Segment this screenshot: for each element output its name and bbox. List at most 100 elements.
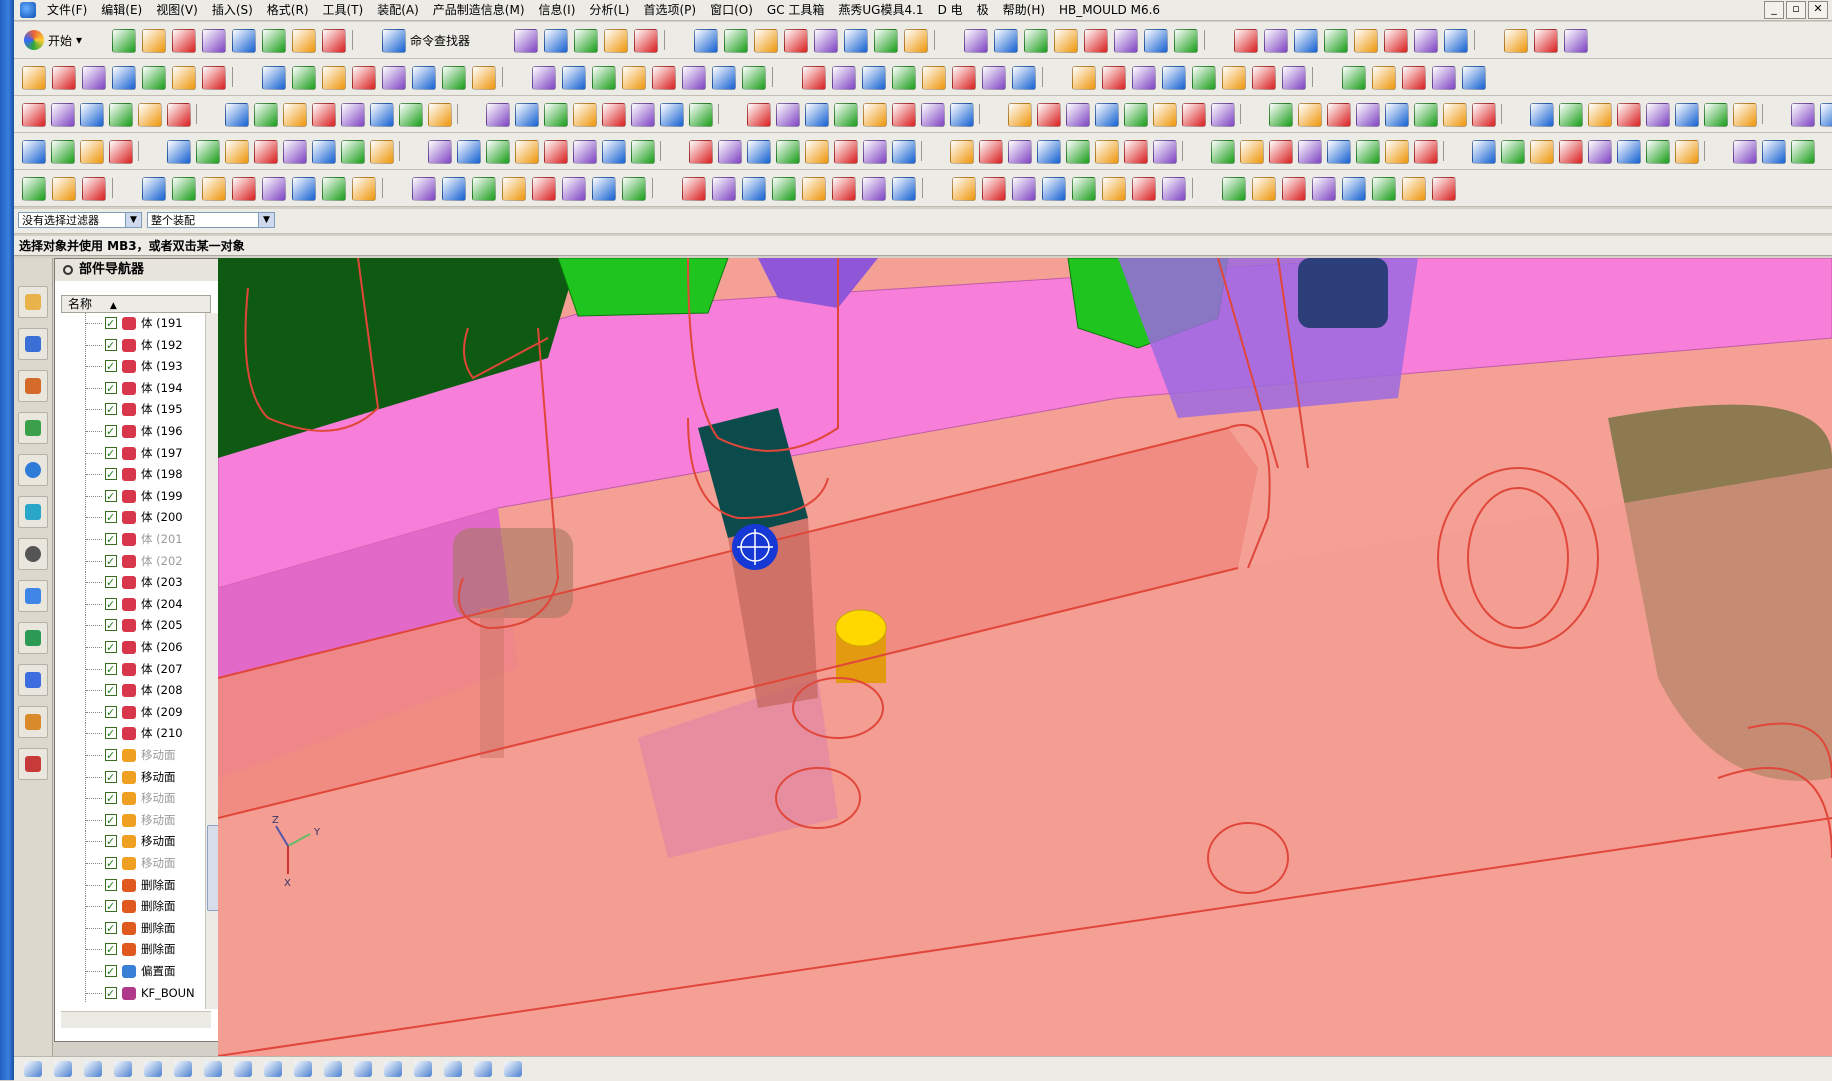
toolbar-tool-button[interactable] <box>784 29 808 53</box>
resource-tab-constraint-navigator[interactable] <box>18 328 48 360</box>
toolbar-tool-button[interactable] <box>1617 140 1641 164</box>
resource-tab-roles[interactable] <box>18 706 48 738</box>
toolbar-tool-button[interactable] <box>312 140 336 164</box>
toolbar-tool-button[interactable] <box>1102 177 1126 201</box>
type-filter-select[interactable]: 没有选择过滤器 ▼ <box>18 212 142 228</box>
toolbar-tool-button[interactable] <box>979 140 1003 164</box>
toolbar-tool-button[interactable] <box>1327 140 1351 164</box>
start-button[interactable]: 开始 ▾ <box>24 26 82 54</box>
menu-yanxiu-mould[interactable]: 燕秀UG模具4.1 <box>831 0 930 20</box>
visibility-checkbox[interactable] <box>105 659 117 680</box>
visibility-checkbox[interactable] <box>105 443 117 464</box>
toolbar-tool-button[interactable] <box>994 29 1018 53</box>
toolbar-tool-button[interactable] <box>82 66 106 90</box>
visibility-checkbox[interactable] <box>105 529 117 550</box>
toolbar-tool-button[interactable] <box>574 29 598 53</box>
tree-node[interactable]: 体 (209 <box>61 701 199 724</box>
toolbar-tool-button[interactable] <box>592 177 616 201</box>
toolbar-tool-button[interactable] <box>202 29 226 53</box>
toolbar-tool-button[interactable] <box>370 140 394 164</box>
toolbar-tool-button[interactable] <box>952 66 976 90</box>
tree-node[interactable]: 移动面 <box>61 788 199 810</box>
tree-node[interactable]: 删除面 <box>61 939 199 961</box>
toolbar-tool-button[interactable] <box>1675 140 1699 164</box>
toolbar-tool-button[interactable] <box>22 66 46 90</box>
bottom-toolbar-button[interactable] <box>264 1061 282 1077</box>
toolbar-tool-button[interactable] <box>832 66 856 90</box>
visibility-checkbox[interactable] <box>105 961 117 982</box>
bottom-toolbar-button[interactable] <box>24 1061 42 1077</box>
toolbar-tool-button[interactable] <box>1588 103 1612 127</box>
toolbar-tool-button[interactable] <box>712 177 736 201</box>
toolbar-tool-button[interactable] <box>1240 140 1264 164</box>
toolbar-tool-button[interactable] <box>80 103 104 127</box>
tree-node[interactable]: 移动面 <box>61 766 199 789</box>
toolbar-tool-button[interactable] <box>1504 29 1528 53</box>
toolbar-tool-button[interactable] <box>631 103 655 127</box>
toolbar-tool-button[interactable] <box>1733 140 1757 164</box>
toolbar-tool-button[interactable] <box>502 177 526 201</box>
tree-node[interactable]: 体 (195 <box>61 399 199 421</box>
visibility-checkbox[interactable] <box>105 356 117 377</box>
toolbar-tool-button[interactable] <box>322 177 346 201</box>
toolbar-tool-button[interactable] <box>742 66 766 90</box>
toolbar-tool-button[interactable] <box>196 140 220 164</box>
tree-node[interactable]: 体 (207 <box>61 658 199 681</box>
toolbar-tool-button[interactable] <box>950 140 974 164</box>
menu-view[interactable]: 视图(V) <box>149 0 205 20</box>
toolbar-tool-button[interactable] <box>862 177 886 201</box>
toolbar-tool-button[interactable] <box>982 177 1006 201</box>
menu-help[interactable]: 帮助(H) <box>996 0 1052 20</box>
toolbar-tool-button[interactable] <box>1791 140 1815 164</box>
toolbar-tool-button[interactable] <box>1066 103 1090 127</box>
toolbar-tool-button[interactable] <box>1675 103 1699 127</box>
toolbar-tool-button[interactable] <box>167 140 191 164</box>
resource-tab-system-materials[interactable] <box>18 580 48 612</box>
toolbar-tool-button[interactable] <box>1182 103 1206 127</box>
toolbar-tool-button[interactable] <box>832 177 856 201</box>
toolbar-tool-button[interactable] <box>592 66 616 90</box>
toolbar-tool-button[interactable] <box>1820 103 1832 127</box>
toolbar-tool-button[interactable] <box>1066 140 1090 164</box>
visibility-checkbox[interactable] <box>105 810 117 831</box>
pin-icon[interactable] <box>63 265 73 275</box>
toolbar-tool-button[interactable] <box>1342 66 1366 90</box>
toolbar-tool-button[interactable] <box>1211 103 1235 127</box>
toolbar-tool-button[interactable] <box>112 66 136 90</box>
toolbar-tool-button[interactable] <box>1222 66 1246 90</box>
toolbar-tool-button[interactable] <box>51 103 75 127</box>
toolbar-tool-button[interactable] <box>1264 29 1288 53</box>
toolbar-tool-button[interactable] <box>172 29 196 53</box>
tree-node[interactable]: 体 (192 <box>61 334 199 357</box>
toolbar-tool-button[interactable] <box>1012 177 1036 201</box>
toolbar-tool-button[interactable] <box>292 177 316 201</box>
toolbar-tool-button[interactable] <box>862 66 886 90</box>
visibility-checkbox[interactable] <box>105 486 117 507</box>
toolbar-tool-button[interactable] <box>1298 103 1322 127</box>
toolbar-tool-button[interactable] <box>544 140 568 164</box>
bottom-toolbar-button[interactable] <box>444 1061 462 1077</box>
bottom-toolbar-button[interactable] <box>504 1061 522 1077</box>
toolbar-tool-button[interactable] <box>399 103 423 127</box>
toolbar-tool-button[interactable] <box>1132 66 1156 90</box>
toolbar-tool-button[interactable] <box>262 66 286 90</box>
bottom-toolbar-button[interactable] <box>384 1061 402 1077</box>
resource-tab-hd3d[interactable] <box>18 454 48 486</box>
tree-node[interactable]: 体 (199 <box>61 485 199 508</box>
tree-node[interactable]: 移动面 <box>61 853 199 875</box>
toolbar-tool-button[interactable] <box>660 103 684 127</box>
toolbar-tool-button[interactable] <box>382 66 406 90</box>
visibility-checkbox[interactable] <box>105 723 117 744</box>
menu-format[interactable]: 格式(R) <box>260 0 316 20</box>
toolbar-tool-button[interactable] <box>1054 29 1078 53</box>
toolbar-tool-button[interactable] <box>1530 140 1554 164</box>
toolbar-tool-button[interactable] <box>802 177 826 201</box>
toolbar-tool-button[interactable] <box>1084 29 1108 53</box>
toolbar-tool-button[interactable] <box>772 177 796 201</box>
bottom-toolbar-button[interactable] <box>174 1061 192 1077</box>
toolbar-tool-button[interactable] <box>1102 66 1126 90</box>
toolbar-tool-button[interactable] <box>964 29 988 53</box>
toolbar-tool-button[interactable] <box>22 103 46 127</box>
toolbar-tool-button[interactable] <box>682 66 706 90</box>
toolbar-tool-button[interactable] <box>1432 177 1456 201</box>
